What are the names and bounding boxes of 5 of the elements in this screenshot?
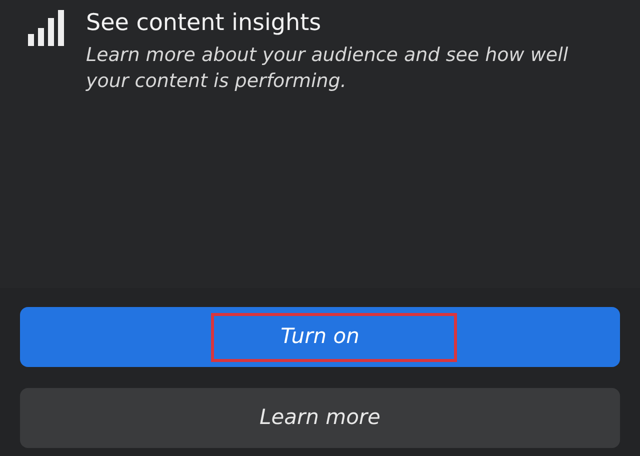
description: Learn more about your audience and see how well your content is performing. <box>86 43 570 94</box>
learn-more-button[interactable]: Learn more <box>20 388 620 448</box>
bar-chart-icon <box>28 10 66 46</box>
turn-on-button[interactable]: Turn on <box>20 307 620 367</box>
section-title: See content insights <box>86 9 322 38</box>
